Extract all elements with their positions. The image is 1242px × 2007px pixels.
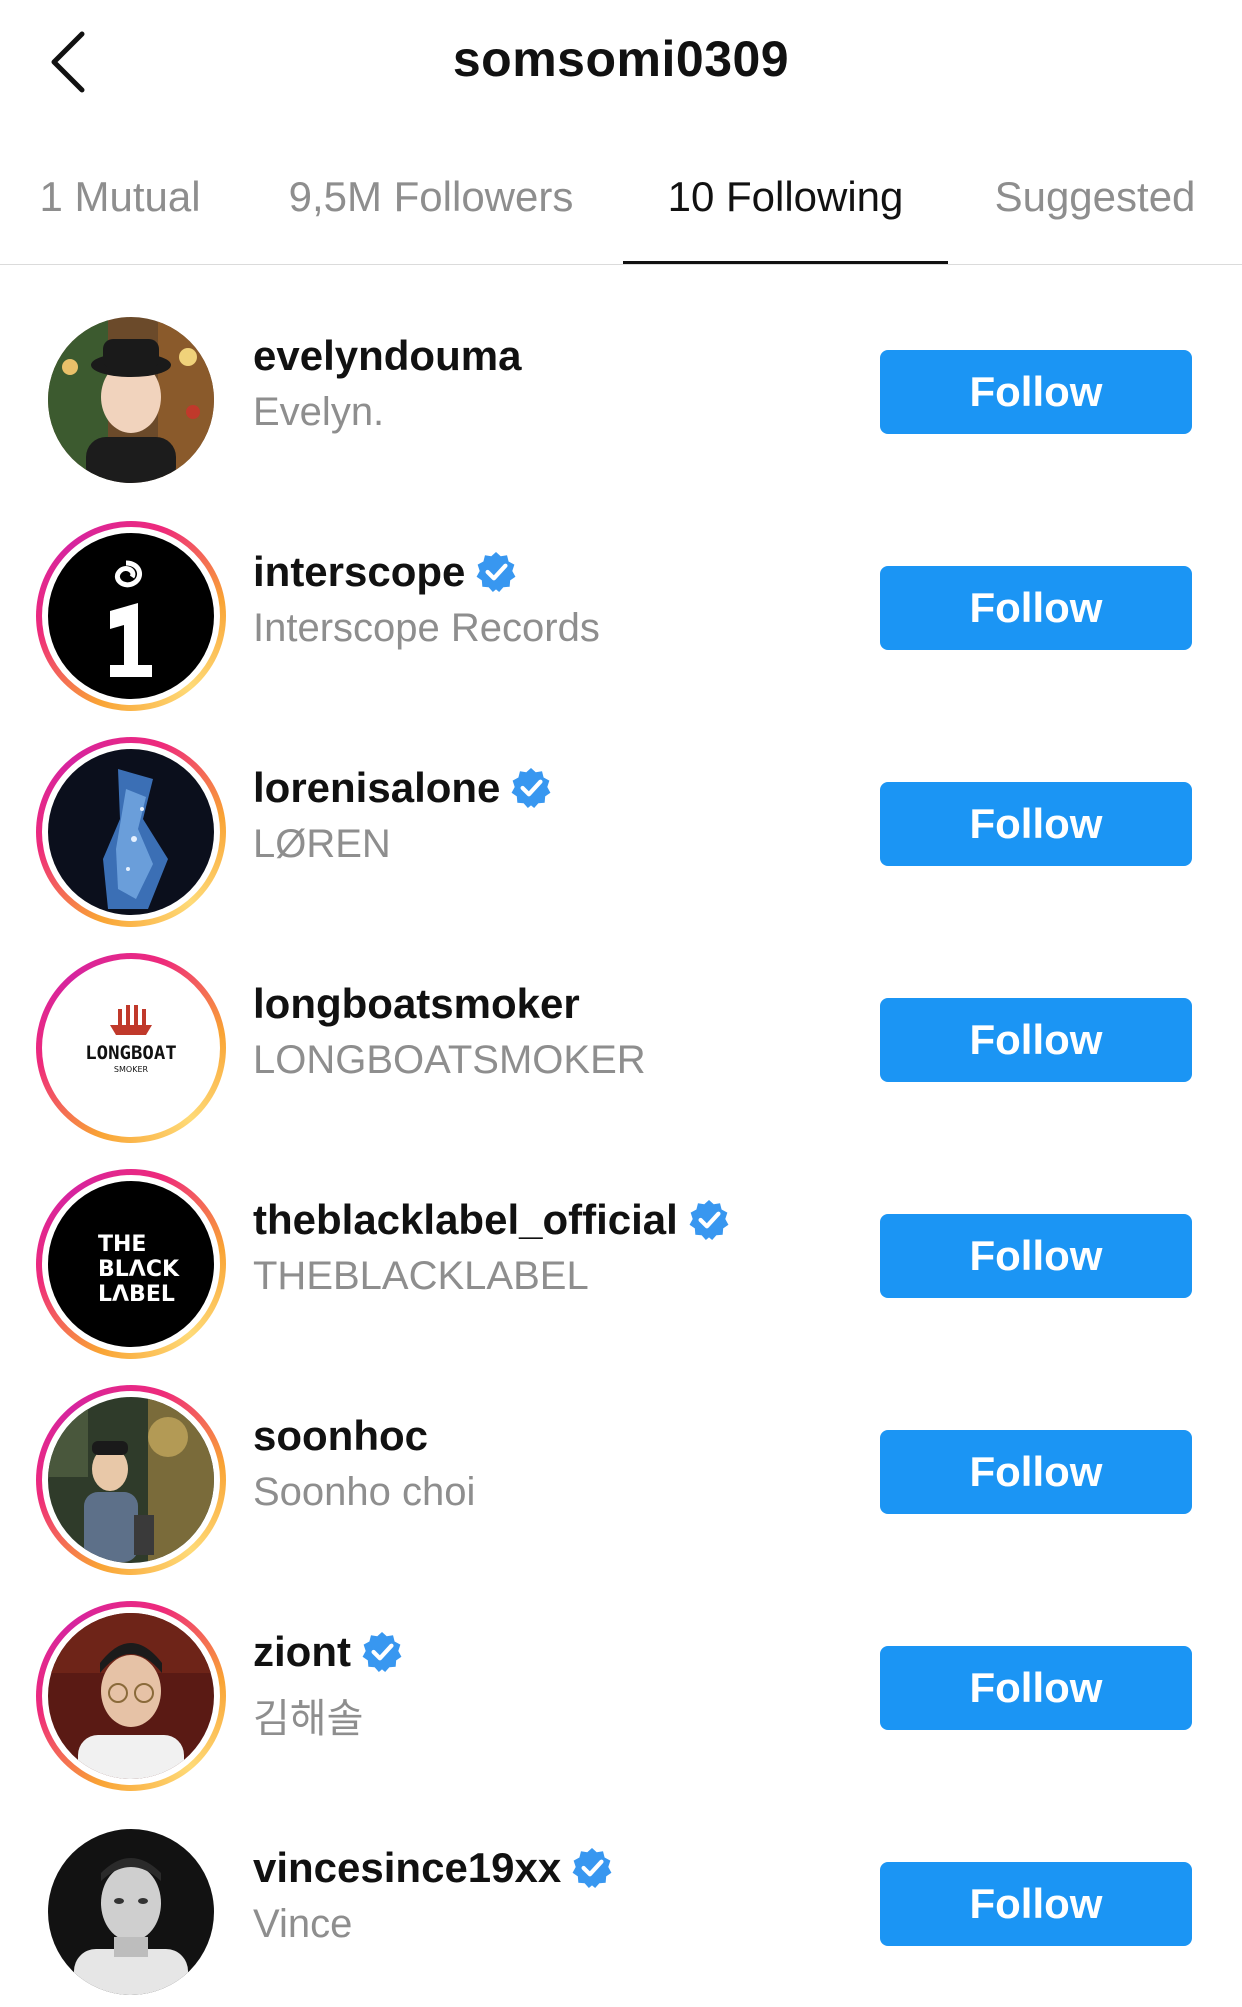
verified-badge-icon (572, 1848, 612, 1888)
tab-bar: 1 Mutual 9,5M Followers 10 Following Sug… (0, 160, 1242, 265)
full-name: Interscope Records (253, 606, 600, 650)
avatar[interactable] (36, 1385, 226, 1575)
username[interactable]: soonhoc (253, 1412, 475, 1460)
follow-button[interactable]: Follow (880, 1646, 1192, 1730)
list-item[interactable]: lorenisalone LØREN Follow (0, 696, 1242, 927)
svg-text:THE: THE (98, 1232, 146, 1257)
full-name: Vince (253, 1902, 353, 1946)
longboat-logo: LONGBOAT SMOKER (48, 965, 214, 1131)
username[interactable]: vincesince19xx (253, 1844, 613, 1892)
svg-text:SMOKER: SMOKER (114, 1065, 149, 1074)
avatar[interactable] (36, 737, 226, 927)
username[interactable]: theblacklabel_official (253, 1196, 730, 1244)
avatar-image (48, 1397, 214, 1563)
avatar-image (48, 1829, 214, 1995)
profile-username-title: somsomi0309 (452, 31, 790, 87)
avatar[interactable] (36, 1817, 226, 2007)
svg-text:BLΛCK: BLΛCK (98, 1257, 180, 1282)
svg-text:LONGBOAT: LONGBOAT (85, 1042, 177, 1064)
svg-text:LΛBEL: LΛBEL (98, 1282, 175, 1307)
tab-suggested[interactable]: Suggested (980, 160, 1210, 264)
username[interactable]: evelyndouma (253, 332, 521, 380)
follow-button[interactable]: Follow (880, 998, 1192, 1082)
follow-button[interactable]: Follow (880, 1214, 1192, 1298)
list-item[interactable]: ziont 김해솔 Follow (0, 1560, 1242, 1791)
follow-button[interactable]: Follow (880, 1862, 1192, 1946)
username[interactable]: ziont (253, 1628, 403, 1676)
full-name: Evelyn. (253, 390, 385, 434)
list-item[interactable]: THE BLΛCK LΛBEL theblacklabel_official T… (0, 1128, 1242, 1359)
follow-button[interactable]: Follow (880, 566, 1192, 650)
tab-following[interactable]: 10 Following (623, 160, 948, 264)
list-item[interactable]: LONGBOAT SMOKER longboatsmoker LONGBOATS… (0, 912, 1242, 1143)
list-item[interactable]: evelyndouma Evelyn. Follow (0, 264, 1242, 483)
username[interactable]: interscope (253, 548, 600, 596)
avatar-image (48, 749, 214, 915)
follow-button[interactable]: Follow (880, 350, 1192, 434)
theblacklabel-logo: THE BLΛCK LΛBEL (48, 1181, 214, 1347)
username[interactable]: lorenisalone (253, 764, 552, 812)
avatar-image (48, 1613, 214, 1779)
top-bar: somsomi0309 (0, 0, 1242, 130)
full-name: LONGBOATSMOKER (253, 1038, 646, 1082)
tab-mutual[interactable]: 1 Mutual (30, 160, 210, 264)
avatar[interactable] (36, 1601, 226, 1791)
username[interactable]: longboatsmoker (253, 980, 646, 1028)
avatar[interactable] (36, 521, 226, 711)
verified-badge-icon (362, 1632, 402, 1672)
follow-button[interactable]: Follow (880, 1430, 1192, 1514)
follow-button[interactable]: Follow (880, 782, 1192, 866)
full-name: 김해솔 (253, 1697, 364, 1741)
interscope-logo (48, 533, 214, 699)
avatar[interactable]: THE BLΛCK LΛBEL (36, 1169, 226, 1359)
full-name: Soonho choi (253, 1470, 476, 1514)
avatar[interactable]: LONGBOAT SMOKER (36, 953, 226, 1143)
full-name: THEBLACKLABEL (253, 1254, 589, 1298)
full-name: LØREN (253, 822, 391, 866)
verified-badge-icon (689, 1200, 729, 1240)
tab-followers[interactable]: 9,5M Followers (276, 160, 586, 264)
list-item[interactable]: vincesince19xx Vince Follow (0, 1776, 1242, 1995)
avatar-image (48, 317, 214, 483)
list-item[interactable]: soonhoc Soonho choi Follow (0, 1344, 1242, 1575)
list-item[interactable]: interscope Interscope Records Follow (0, 480, 1242, 711)
avatar[interactable] (36, 305, 226, 495)
verified-badge-icon (511, 768, 551, 808)
verified-badge-icon (476, 552, 516, 592)
